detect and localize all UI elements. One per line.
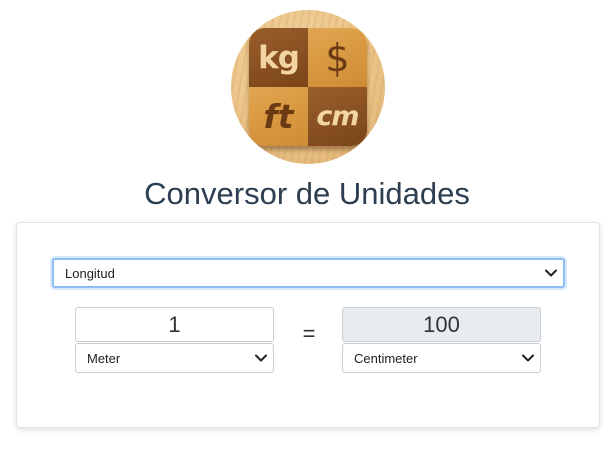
category-select[interactable]: Longitud — [52, 258, 565, 288]
category-select-value: Longitud — [65, 265, 115, 281]
equals-sign: = — [302, 321, 316, 346]
chevron-down-icon — [522, 354, 534, 362]
from-value-input[interactable]: 1 — [75, 307, 274, 342]
converter-card: Longitud 1 = 100 Meter Centimeter — [16, 222, 600, 428]
logo-tile-dollar: $ — [308, 28, 367, 87]
chevron-down-icon — [255, 354, 267, 362]
logo-tiles: kg $ ft cm — [249, 28, 367, 146]
logo-tile-cm: cm — [308, 87, 367, 146]
to-value-output: 100 — [342, 307, 541, 342]
page: kg $ ft cm Conversor de Unidades Longitu… — [0, 0, 614, 456]
to-unit-select[interactable]: Centimeter — [342, 343, 541, 373]
chevron-down-icon — [545, 269, 557, 277]
app-logo: kg $ ft cm — [231, 10, 385, 164]
from-unit-select-value: Meter — [87, 350, 121, 366]
logo-tile-ft: ft — [249, 87, 308, 146]
page-title: Conversor de Unidades — [144, 176, 470, 211]
from-unit-select[interactable]: Meter — [75, 343, 274, 373]
to-unit-select-value: Centimeter — [354, 350, 418, 366]
logo-tile-kg: kg — [249, 28, 308, 87]
